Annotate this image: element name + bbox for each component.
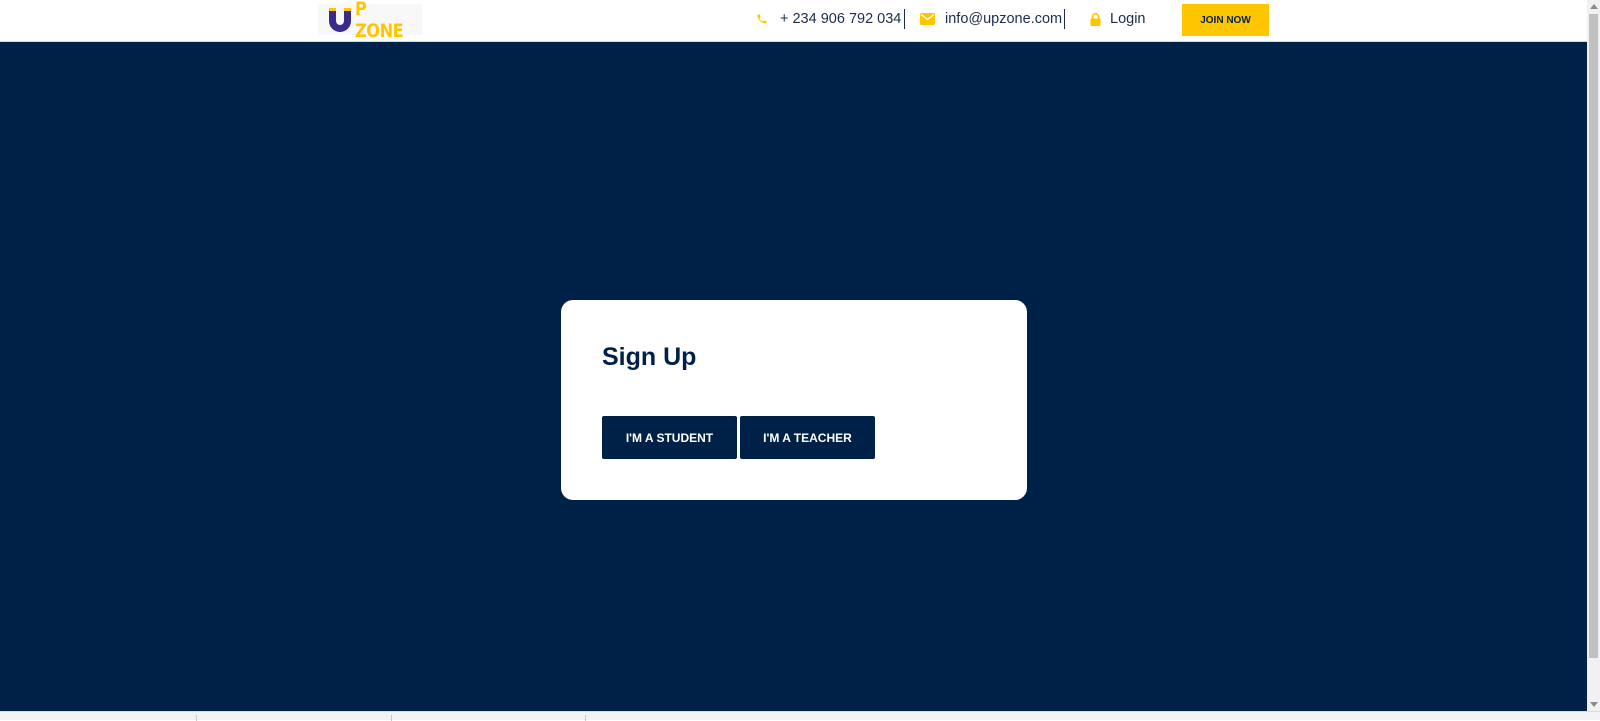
page-background: P ZONE + 234 906 792 034 info@upzone.com…	[0, 0, 1587, 711]
vertical-scrollbar[interactable]	[1587, 0, 1600, 711]
email-contact[interactable]: info@upzone.com	[920, 0, 1062, 38]
logo-u-icon	[327, 5, 354, 35]
teacher-signup-button[interactable]: I'M A TEACHER	[740, 416, 875, 459]
bottom-divider	[585, 715, 586, 721]
lock-icon	[1090, 12, 1101, 26]
email-address: info@upzone.com	[945, 11, 1063, 27]
header-divider	[904, 9, 905, 29]
login-label: Login	[1110, 11, 1146, 27]
scroll-up-icon[interactable]	[1590, 4, 1598, 9]
scroll-down-icon[interactable]	[1590, 702, 1598, 707]
top-header: P ZONE + 234 906 792 034 info@upzone.com…	[0, 0, 1587, 42]
join-now-button[interactable]: JOIN NOW	[1182, 4, 1269, 36]
site-logo[interactable]: P ZONE	[318, 0, 422, 42]
envelope-icon	[920, 13, 935, 25]
student-signup-button[interactable]: I'M A STUDENT	[602, 416, 737, 459]
scroll-thumb[interactable]	[1589, 14, 1598, 658]
bottom-divider	[391, 715, 392, 721]
phone-icon	[757, 14, 767, 24]
signup-card: Sign Up I'M A STUDENT I'M A TEACHER	[561, 300, 1027, 500]
header-divider	[1064, 9, 1065, 29]
bottom-status-bar	[0, 711, 1600, 721]
phone-contact[interactable]: + 234 906 792 034	[756, 0, 901, 38]
phone-number: + 234 906 792 034	[780, 11, 902, 27]
bottom-divider	[196, 715, 197, 721]
logo-text: P ZONE	[354, 0, 404, 42]
login-link[interactable]: Login	[1090, 0, 1145, 38]
signup-title: Sign Up	[602, 343, 697, 371]
